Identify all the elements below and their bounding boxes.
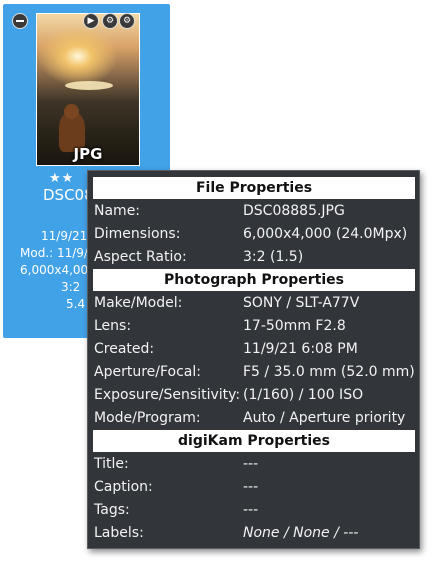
property-value: SONY / SLT-A77V (243, 295, 360, 311)
property-key: Exposure/Sensitivity: (94, 387, 241, 403)
dog-head-shape (64, 104, 79, 119)
property-row-name: Name: DSC08885.JPG (93, 203, 418, 223)
property-value: Auto / Aperture priority (243, 410, 406, 426)
property-value: 3:2 (1.5) (243, 249, 304, 265)
property-key: Name: (94, 203, 141, 219)
format-label: JPG (73, 145, 103, 163)
tools-icon[interactable]: ⚙ (102, 13, 118, 29)
lake-shape (65, 81, 113, 90)
thumbnail-image[interactable]: JPG (36, 13, 140, 166)
property-row-title: Title: --- (93, 456, 418, 476)
property-key: Labels: (94, 525, 144, 541)
thumbnail-date: 11/9/21 (41, 229, 88, 243)
property-value: (1/160) / 100 ISO (243, 387, 364, 403)
rating-stars[interactable]: ★★ (49, 171, 74, 186)
property-key: Aspect Ratio: (94, 249, 187, 265)
property-row-aperture-focal: Aperture/Focal: F5 / 35.0 mm (52.0 mm) (93, 364, 418, 384)
property-row-tags: Tags: --- (93, 502, 418, 522)
property-key: Caption: (94, 479, 153, 495)
thumbnail-dimensions: 6,000x4,000 (20, 263, 96, 277)
property-value: --- (243, 479, 259, 495)
thumbnail-ratio: 3:2 (61, 280, 81, 294)
property-key: Mode/Program: (94, 410, 201, 426)
property-row-mode-program: Mode/Program: Auto / Aperture priority (93, 410, 418, 430)
property-value: --- (243, 502, 259, 518)
play-icon[interactable]: ▶ (83, 13, 99, 29)
property-row-exposure: Exposure/Sensitivity: (1/160) / 100 ISO (93, 387, 418, 407)
property-value: 6,000x4,000 (24.0Mpx) (243, 226, 408, 242)
property-key: Make/Model: (94, 295, 183, 311)
property-row-dimensions: Dimensions: 6,000x4,000 (24.0Mpx) (93, 226, 418, 246)
property-value: 11/9/21 6:08 PM (243, 341, 358, 357)
property-row-caption: Caption: --- (93, 479, 418, 499)
property-value: F5 / 35.0 mm (52.0 mm) (243, 364, 415, 380)
photograph-properties-header: Photograph Properties (93, 269, 415, 291)
property-value: DSC08885.JPG (243, 203, 345, 219)
file-properties-header: File Properties (93, 177, 415, 199)
property-key: Aperture/Focal: (94, 364, 201, 380)
property-value: 17-50mm F2.8 (243, 318, 346, 334)
remove-icon[interactable] (12, 13, 28, 29)
thumbnail-extra: 5.4 (66, 297, 86, 311)
thumbnail-modified: Mod.: 11/9/ (20, 246, 88, 260)
property-row-lens: Lens: 17-50mm F2.8 (93, 318, 418, 338)
property-row-make-model: Make/Model: SONY / SLT-A77V (93, 295, 418, 315)
property-key: Title: (94, 456, 129, 472)
digikam-properties-header: digiKam Properties (93, 430, 415, 452)
properties-tooltip: File Properties Name: DSC08885.JPG Dimen… (87, 170, 420, 549)
property-key: Dimensions: (94, 226, 181, 242)
property-key: Tags: (94, 502, 130, 518)
property-row-labels: Labels: None / None / --- (93, 525, 418, 545)
property-value: --- (243, 456, 259, 472)
property-key: Created: (94, 341, 155, 357)
property-key: Lens: (94, 318, 132, 334)
property-row-aspect-ratio: Aspect Ratio: 3:2 (1.5) (93, 249, 418, 269)
property-row-created: Created: 11/9/21 6:08 PM (93, 341, 418, 361)
options-icon[interactable]: ⚙ (119, 13, 135, 29)
property-value: None / None / --- (243, 525, 359, 541)
